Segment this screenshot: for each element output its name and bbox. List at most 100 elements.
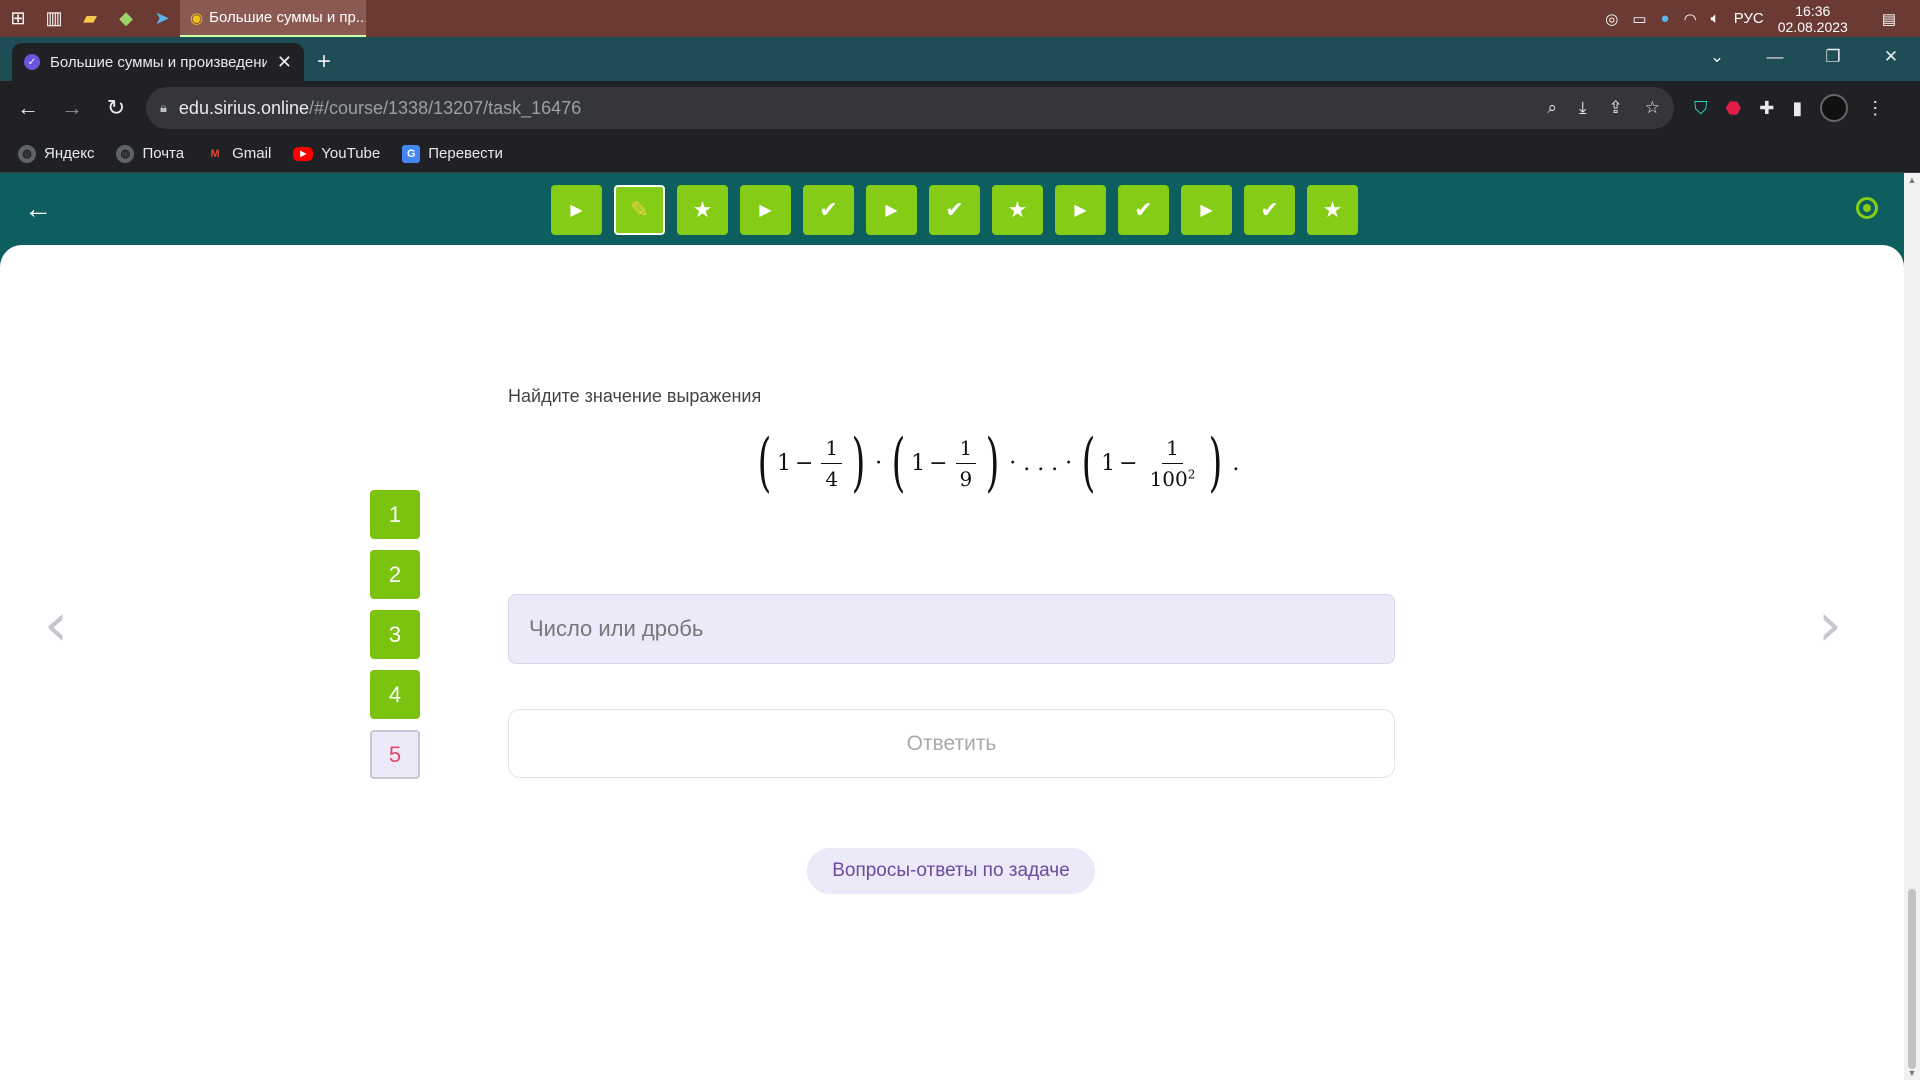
scroll-up-icon[interactable]: ▲ [1907,175,1917,185]
new-tab-button[interactable]: + [304,43,344,81]
app-icon[interactable]: ◆ [108,0,144,37]
fraction-numerator: 1 [1162,436,1183,464]
reload-icon[interactable]: ↻ [96,88,136,128]
step-star[interactable]: ★ [1307,185,1358,235]
step-play[interactable]: ▶ [866,185,917,235]
bookmark-star-icon[interactable]: ☆ [1645,98,1660,118]
shield-extension-icon[interactable]: ⛉ [1694,98,1708,119]
play-icon: ▶ [570,202,583,219]
bookmark-gmail[interactable]: M Gmail [206,145,272,163]
step-pencil-current[interactable]: ✎ [614,185,665,235]
tray-app-icon[interactable]: ◎ [1605,10,1618,28]
battery-icon[interactable]: ▭ [1632,10,1646,28]
play-icon: ▶ [1200,202,1213,219]
step-play[interactable]: ▶ [740,185,791,235]
step-check[interactable]: ✔ [929,185,980,235]
fraction-1-100-squared: 1 1002 [1146,436,1200,491]
browser-tabstrip: ✓ Большие суммы и произведени ✕ + ⌄ — ❐ … [0,37,1920,81]
window-controls: ⌄ — ❐ ✕ [1688,37,1920,81]
fraction-1-4: 1 4 [821,436,843,491]
sirius-favicon-icon: ✓ [24,54,40,70]
step-star[interactable]: ★ [992,185,1043,235]
star-icon: ★ [1007,197,1028,222]
share-icon[interactable]: ⇪ [1609,98,1623,118]
back-arrow-icon[interactable]: ← [20,191,56,227]
scroll-down-icon[interactable]: ▼ [1907,1068,1917,1078]
formula-ellipsis: · . . . · [1009,450,1073,476]
denominator-exponent: 2 [1187,466,1196,481]
bookmark-translate[interactable]: G Перевести [402,144,503,163]
formula-minus: − [929,450,948,476]
gmail-icon: M [210,147,220,160]
task-view-icon[interactable]: ▥ [36,0,72,37]
clock[interactable]: 16:36 02.08.2023 [1778,3,1848,35]
formula-end-period: . [1232,450,1240,476]
previous-task-arrow-icon[interactable]: ‹ [44,590,68,660]
answer-input[interactable] [508,594,1395,664]
volume-icon[interactable]: 🔈︎ [1711,10,1720,27]
formula-one: 1 [911,450,926,476]
bookmark-pochta[interactable]: ◍ Почта [116,144,184,163]
windows-start-icon[interactable]: ⊞ [0,0,36,37]
task-prompt: Найдите значение выражения [508,386,762,406]
vpn-icon[interactable]: ● [1661,10,1670,27]
step-check[interactable]: ✔ [803,185,854,235]
submit-answer-button[interactable]: Ответить [508,709,1395,778]
taskbar-app-title: Большие суммы и пр... [209,9,366,26]
bookmark-yandex[interactable]: ◍ Яндекс [18,144,94,163]
tab-search-icon[interactable]: ⌄ [1688,37,1746,77]
globe-icon: ◍ [116,144,135,163]
minimize-icon[interactable]: — [1746,37,1804,77]
restore-icon[interactable]: ❐ [1804,37,1862,77]
subtask-2[interactable]: 2 [370,550,420,599]
file-explorer-icon[interactable]: ▰ [72,0,108,37]
check-icon: ✔ [1134,197,1153,222]
telegram-icon[interactable]: ➤ [144,0,180,37]
next-task-arrow-icon[interactable]: › [1818,590,1842,660]
page-scrollbar[interactable]: ▲ ▼ [1904,173,1920,1080]
star-icon: ★ [1322,197,1343,222]
check-icon: ✔ [945,197,964,222]
play-icon: ▶ [885,202,898,219]
close-window-icon[interactable]: ✕ [1862,37,1920,77]
extensions-puzzle-icon[interactable]: ✚ [1759,98,1774,119]
install-icon[interactable]: ⤓ [1579,98,1587,118]
lock-icon[interactable]: 🔒︎ [160,100,167,116]
step-play[interactable]: ▶ [1181,185,1232,235]
adblock-extension-icon[interactable]: ⬣ [1726,98,1742,119]
back-icon[interactable]: ← [8,88,48,128]
subtask-4[interactable]: 4 [370,670,420,719]
address-bar[interactable]: 🔒︎ edu.sirius.online/#/course/1338/13207… [146,87,1674,129]
clock-time: 16:36 [1795,2,1831,19]
side-panel-icon[interactable]: ▮ [1792,98,1802,119]
fraction-denominator: 1002 [1146,464,1200,491]
subtask-1[interactable]: 1 [370,490,420,539]
wifi-icon[interactable]: ◠ [1684,10,1697,28]
step-check[interactable]: ✔ [1118,185,1169,235]
system-tray: ◎ ▭ ● ◠ 🔈︎ РУС 16:36 02.08.2023 ▤ [1605,3,1920,35]
progress-status-icon[interactable] [1856,197,1878,219]
task-qa-button[interactable]: Вопросы-ответы по задаче [807,848,1095,894]
zoom-search-icon[interactable]: ⌕ [1547,98,1557,118]
subtask-5-current[interactable]: 5 [370,730,420,779]
star-icon: ★ [692,197,713,222]
step-play[interactable]: ▶ [551,185,602,235]
forward-icon[interactable]: → [52,88,92,128]
close-tab-icon[interactable]: ✕ [277,52,292,73]
chrome-menu-icon[interactable]: ⋮ [1866,98,1884,119]
profile-avatar[interactable] [1820,94,1849,122]
fraction-numerator: 1 [955,436,977,464]
scrollbar-thumb[interactable] [1908,889,1916,1069]
bookmark-youtube[interactable]: ▶ YouTube [293,145,380,162]
fraction-1-9: 1 9 [955,436,977,491]
notifications-icon[interactable]: ▤ [1882,10,1896,28]
globe-icon: ◍ [18,144,36,163]
step-check[interactable]: ✔ [1244,185,1295,235]
step-play[interactable]: ▶ [1055,185,1106,235]
paren-close: ) [985,426,1000,500]
browser-tab[interactable]: ✓ Большие суммы и произведени ✕ [12,43,304,81]
language-indicator[interactable]: РУС [1734,10,1764,27]
taskbar-chrome-app[interactable]: ◉ Большие суммы и пр... [180,0,366,37]
step-star[interactable]: ★ [677,185,728,235]
subtask-3[interactable]: 3 [370,610,420,659]
